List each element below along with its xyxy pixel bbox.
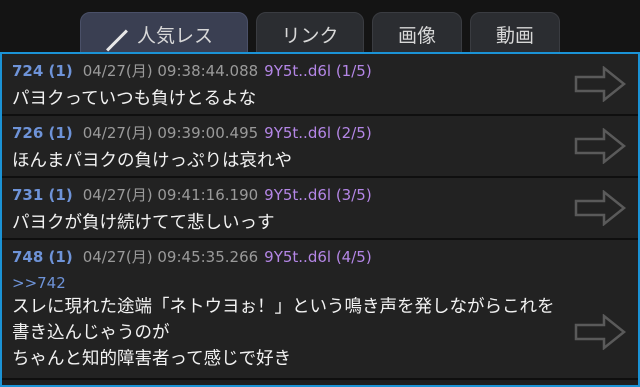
arrow-right-icon[interactable] — [574, 128, 626, 164]
post-header: 724 (1) 04/27(月) 09:38:44.088 9Y5t..d6l (1… — [12, 60, 558, 82]
post-header: 726 (1) 04/27(月) 09:39:00.495 9Y5t..d6l (2… — [12, 122, 558, 144]
post-item[interactable]: 731 (1) 04/27(月) 09:41:16.190 9Y5t..d6l (3… — [2, 178, 638, 240]
arrow-right-icon[interactable] — [574, 66, 626, 102]
post-body: パヨクが負け続けてて悲しいっす — [12, 213, 275, 233]
post-item[interactable]: 724 (1) 04/27(月) 09:38:44.088 9Y5t..d6l (1… — [2, 54, 638, 116]
post-popup: 724 (1) 04/27(月) 09:38:44.088 9Y5t..d6l (1… — [0, 52, 640, 387]
arrow-right-icon[interactable] — [574, 314, 626, 350]
post-number[interactable]: 724 (1) — [12, 62, 73, 80]
post-user-id[interactable]: 9Y5t..d6l (4/5) — [264, 248, 372, 266]
post-date: 04/27(月) 09:38:44.088 — [82, 62, 259, 80]
tab-label: 動画 — [495, 25, 534, 47]
tab-bar: 人気レス リンク 画像 動画 — [0, 0, 640, 72]
post-user-id[interactable]: 9Y5t..d6l (1/5) — [264, 62, 372, 80]
tab-label: 画像 — [397, 25, 436, 47]
post-user-id[interactable]: 9Y5t..d6l (2/5) — [264, 124, 372, 142]
arrow-right-icon[interactable] — [574, 190, 626, 226]
post-header: 731 (1) 04/27(月) 09:41:16.190 9Y5t..d6l (3… — [12, 184, 558, 206]
post-number[interactable]: 726 (1) — [12, 124, 73, 142]
post-date: 04/27(月) 09:39:00.495 — [82, 124, 259, 142]
post-body: スレに現れた途端「ネトウヨぉ！」という鳴き声を発しながらこれを書き込んじゃうのが… — [12, 294, 558, 372]
post-body-line: スレに現れた途端「ネトウヨぉ！」という鳴き声を発しながらこれを書き込んじゃうのが — [12, 297, 555, 343]
post-user-id[interactable]: 9Y5t..d6l (3/5) — [264, 186, 372, 204]
post-header: 748 (1) 04/27(月) 09:45:35.266 9Y5t..d6l (4… — [12, 246, 558, 268]
post-date: 04/27(月) 09:45:35.266 — [82, 248, 259, 266]
tab-label: リンク — [281, 25, 339, 47]
post-date: 04/27(月) 09:41:16.190 — [82, 186, 259, 204]
post-item[interactable]: 748 (1) 04/27(月) 09:45:35.266 9Y5t..d6l (4… — [2, 240, 638, 380]
post-number[interactable]: 748 (1) — [12, 248, 73, 266]
post-body: パヨクっていつも負けとるよな — [12, 89, 257, 109]
post-body-line: ちゃんと知的障害者って感じで好き — [12, 349, 292, 369]
tab-label: 人気レス — [136, 25, 213, 47]
post-item[interactable]: 726 (1) 04/27(月) 09:39:00.495 9Y5t..d6l (2… — [2, 116, 638, 178]
post-number[interactable]: 731 (1) — [12, 186, 73, 204]
post-body: ほんまパヨクの負けっぷりは哀れや — [12, 151, 292, 171]
reply-anchor-link[interactable]: >>742 — [12, 272, 558, 294]
